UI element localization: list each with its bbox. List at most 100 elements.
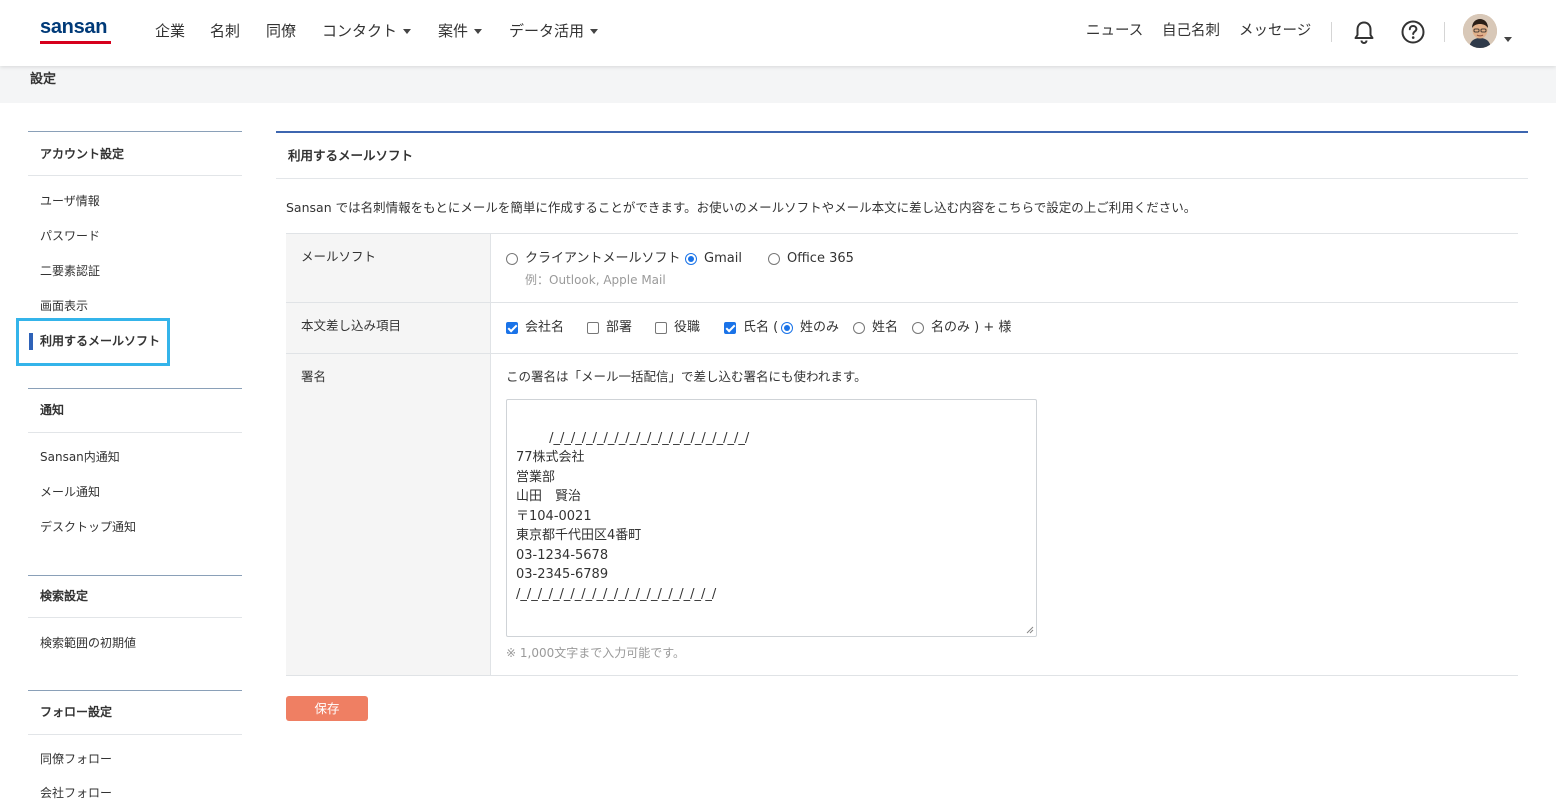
- option-label: クライアントメールソフト: [525, 251, 681, 266]
- radio-client-mail[interactable]: クライアントメールソフト: [506, 251, 680, 267]
- settings-form: メールソフト クライアントメールソフト Gmail Office 365 例：O…: [286, 233, 1518, 676]
- nav-contacts-dropdown[interactable]: コンタクト: [322, 21, 412, 41]
- nav-label: コンタクト: [322, 22, 398, 40]
- page-header-strip: [0, 66, 1556, 103]
- divider: [1331, 22, 1332, 42]
- divider: [28, 690, 242, 691]
- row-label: メールソフト: [286, 234, 491, 302]
- news-link[interactable]: ニュース: [1086, 21, 1143, 41]
- page-title: 設定: [30, 72, 57, 87]
- avatar[interactable]: [1463, 14, 1497, 48]
- save-button[interactable]: 保存: [286, 696, 368, 721]
- insert-fields-row: 本文差し込み項目 会社名 部署 役職 氏名 ( 姓のみ 姓名 名のみ) + 様: [286, 303, 1518, 354]
- radio-office365[interactable]: Office 365: [768, 251, 854, 267]
- option-label: Gmail: [704, 251, 742, 266]
- divider: [28, 575, 242, 576]
- signature-limit-note: ※ 1,000文字まで入力可能です。: [506, 646, 686, 660]
- nav-label: 企業: [155, 22, 186, 40]
- mail-software-row: メールソフト クライアントメールソフト Gmail Office 365 例：O…: [286, 234, 1518, 303]
- sidebar-item-display[interactable]: 画面表示: [40, 298, 88, 314]
- divider: [28, 388, 242, 389]
- bell-icon[interactable]: [1350, 18, 1378, 46]
- resize-handle-icon[interactable]: [1026, 626, 1034, 634]
- caret-down-icon: [403, 29, 412, 34]
- nav-label: 案件: [438, 22, 469, 40]
- signature-text: /_/_/_/_/_/_/_/_/_/_/_/_/_/_/_/_/_/_/ 77…: [516, 430, 750, 602]
- sidebar-item-two-factor[interactable]: 二要素認証: [40, 263, 100, 279]
- divider: [1444, 22, 1445, 42]
- option-label: 会社名: [525, 320, 565, 335]
- caret-down-icon: [590, 29, 599, 34]
- help-icon[interactable]: [1399, 18, 1427, 46]
- nav-label: 名刺: [210, 22, 241, 40]
- checkbox[interactable]: [587, 322, 599, 334]
- radio-button[interactable]: [781, 322, 793, 334]
- sidebar-item-search-scope[interactable]: 検索範囲の初期値: [40, 635, 136, 651]
- radio-full-name[interactable]: 姓名: [853, 320, 898, 336]
- radio-button[interactable]: [768, 253, 780, 265]
- section-description: Sansan では名刺情報をもとにメールを簡単に作成することができます。お使いの…: [286, 200, 1197, 215]
- sidebar-item-password[interactable]: パスワード: [40, 228, 100, 244]
- radio-button[interactable]: [506, 253, 518, 265]
- nav-label: データ活用: [509, 22, 585, 40]
- sidebar-heading-follow: フォロー設定: [40, 705, 113, 719]
- radio-button[interactable]: [685, 253, 697, 265]
- active-indicator: [29, 333, 33, 350]
- divider: [28, 734, 242, 735]
- checkbox[interactable]: [724, 322, 736, 334]
- insert-fields-options: 会社名 部署 役職 氏名 ( 姓のみ 姓名 名のみ) + 様: [491, 303, 1518, 353]
- checkbox-company-name[interactable]: 会社名: [506, 320, 564, 336]
- radio-button[interactable]: [853, 322, 865, 334]
- client-mail-hint: 例：Outlook, Apple Mail: [525, 273, 666, 287]
- checkbox-full-name[interactable]: 氏名 (: [724, 320, 778, 336]
- nav-business-cards[interactable]: 名刺: [210, 21, 240, 41]
- sidebar-item-desktop-notifications[interactable]: デスクトップ通知: [40, 519, 136, 535]
- sidebar-item-email-notifications[interactable]: メール通知: [40, 484, 100, 500]
- signature-field: この署名は「メール一括配信」で差し込む署名にも使われます。 /_/_/_/_/_…: [491, 354, 1518, 675]
- my-card-link[interactable]: 自己名刺: [1162, 21, 1220, 41]
- checkbox-title[interactable]: 役職: [655, 320, 700, 336]
- caret-down-icon: [474, 29, 483, 34]
- signature-row: 署名 この署名は「メール一括配信」で差し込む署名にも使われます。 /_/_/_/…: [286, 354, 1518, 676]
- section-title: 利用するメールソフト: [288, 148, 414, 163]
- sidebar-heading-notifications: 通知: [40, 403, 65, 417]
- signature-textarea[interactable]: /_/_/_/_/_/_/_/_/_/_/_/_/_/_/_/_/_/_/ 77…: [506, 399, 1037, 637]
- top-navigation-bar: sansan 企業 名刺 同僚 コンタクト 案件 データ活用 ニュース 自己名刺…: [0, 0, 1556, 66]
- sansan-logo[interactable]: sansan: [40, 16, 112, 46]
- option-label: 名のみ ) + 様: [931, 320, 1012, 335]
- row-label: 本文差し込み項目: [286, 303, 491, 353]
- sidebar-heading-account: アカウント設定: [40, 147, 125, 161]
- radio-button[interactable]: [912, 322, 924, 334]
- nav-deals-dropdown[interactable]: 案件: [438, 21, 483, 41]
- option-label: Office 365: [787, 251, 854, 266]
- option-label: 氏名 (: [743, 320, 779, 335]
- sidebar-item-company-follow[interactable]: 会社フォロー: [40, 785, 112, 801]
- radio-gmail[interactable]: Gmail: [685, 251, 742, 267]
- logo-text: sansan: [40, 16, 108, 38]
- checkbox[interactable]: [655, 322, 667, 334]
- divider: [276, 178, 1528, 179]
- sidebar-item-sansan-notifications[interactable]: Sansan内通知: [40, 449, 120, 465]
- radio-given-name-only[interactable]: 名のみ ) + 様: [912, 320, 1011, 336]
- option-label: 部署: [606, 320, 633, 335]
- sidebar-item-colleague-follow[interactable]: 同僚フォロー: [40, 751, 112, 767]
- checkbox[interactable]: [506, 322, 518, 334]
- divider: [28, 617, 242, 618]
- mail-software-options: クライアントメールソフト Gmail Office 365 例：Outlook,…: [491, 234, 1518, 302]
- nav-label: 同僚: [266, 22, 297, 40]
- sidebar-item-mail-software[interactable]: 利用するメールソフト: [40, 333, 160, 349]
- signature-note: この署名は「メール一括配信」で差し込む署名にも使われます。: [506, 369, 867, 384]
- divider: [28, 175, 242, 176]
- divider: [28, 432, 242, 433]
- radio-surname-only[interactable]: 姓のみ: [781, 320, 839, 336]
- sidebar-item-user-info[interactable]: ユーザ情報: [40, 193, 100, 209]
- nav-data-usage-dropdown[interactable]: データ活用: [509, 21, 599, 41]
- messages-link[interactable]: メッセージ: [1239, 21, 1311, 41]
- checkbox-department[interactable]: 部署: [587, 320, 632, 336]
- nav-companies[interactable]: 企業: [155, 21, 185, 41]
- option-label: 役職: [674, 320, 701, 335]
- chevron-down-icon[interactable]: [1504, 29, 1512, 48]
- sidebar-heading-search: 検索設定: [40, 589, 89, 603]
- option-label: 姓名: [872, 320, 899, 335]
- nav-colleagues[interactable]: 同僚: [266, 21, 296, 41]
